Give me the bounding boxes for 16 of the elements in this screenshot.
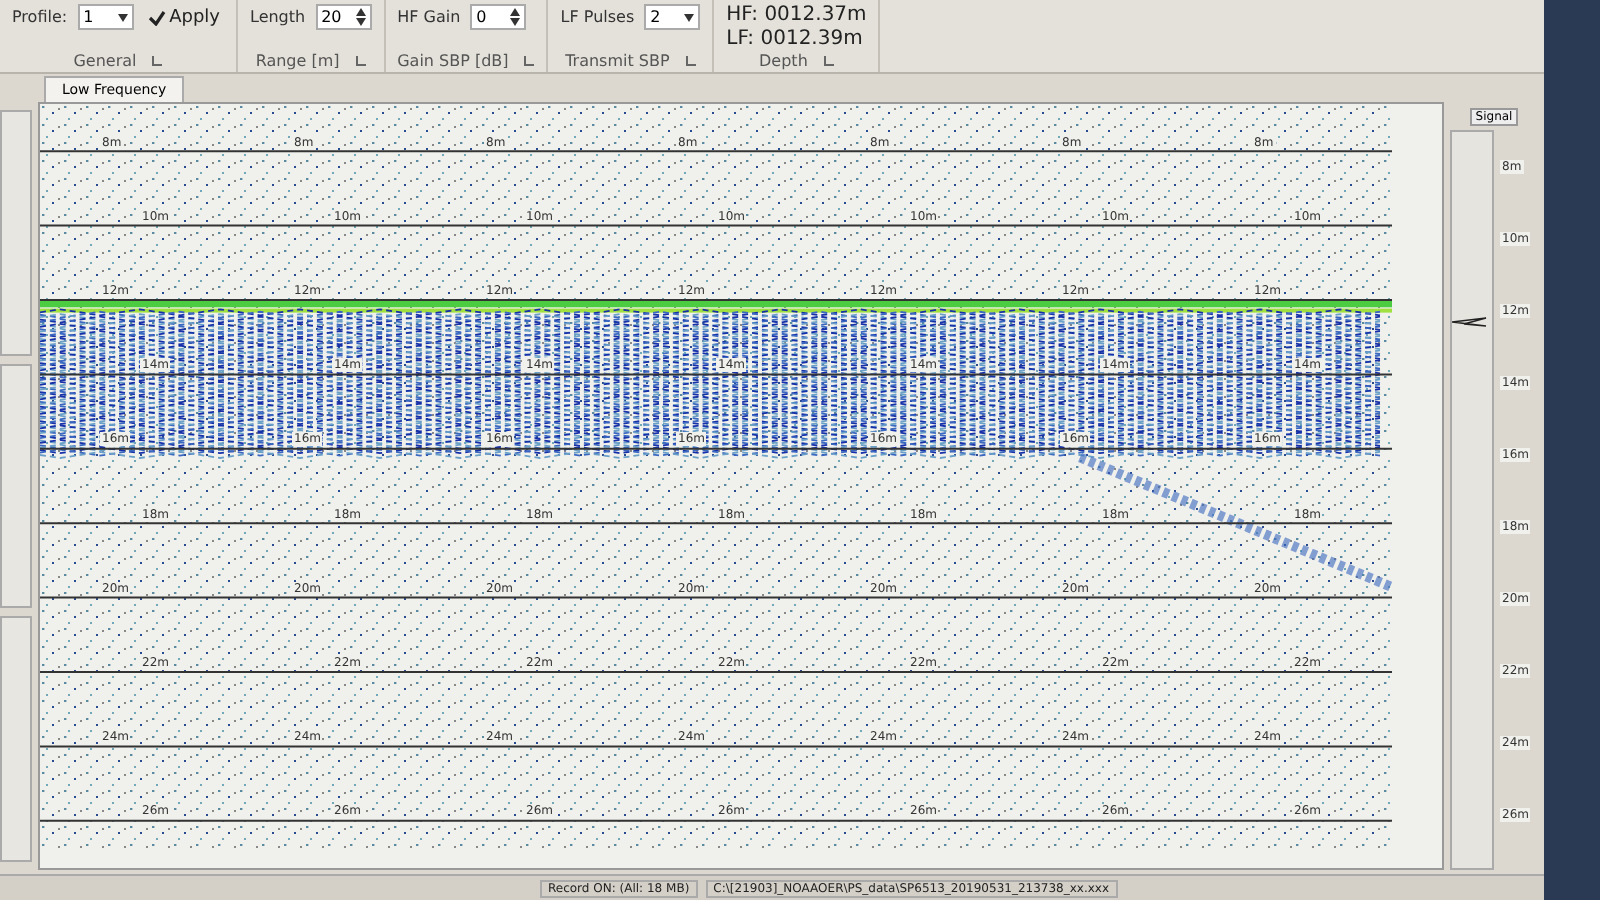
field-label: Length [250,8,306,26]
depth-readout: LF: 0012.39m [726,28,865,50]
group-caption: Depth [759,52,808,70]
depth-readout: HF: 0012.37m [726,4,867,26]
spinner-field[interactable]: 20 [315,4,372,30]
group-caption: General [73,52,137,70]
field-label: LF Pulses [560,8,635,26]
apply-button[interactable]: Apply [143,7,224,27]
group-caption: Gain SBP [dB] [397,52,509,70]
group-caption: Transmit SBP [565,52,670,70]
dropdown-field[interactable]: 2 [644,4,701,30]
field-label: Profile: [12,8,68,26]
field-label: HF Gain [397,8,461,26]
spinner-field[interactable]: 0 [470,4,527,30]
dropdown-field[interactable]: 1 [77,4,134,30]
group-caption: Range [m] [255,52,340,70]
